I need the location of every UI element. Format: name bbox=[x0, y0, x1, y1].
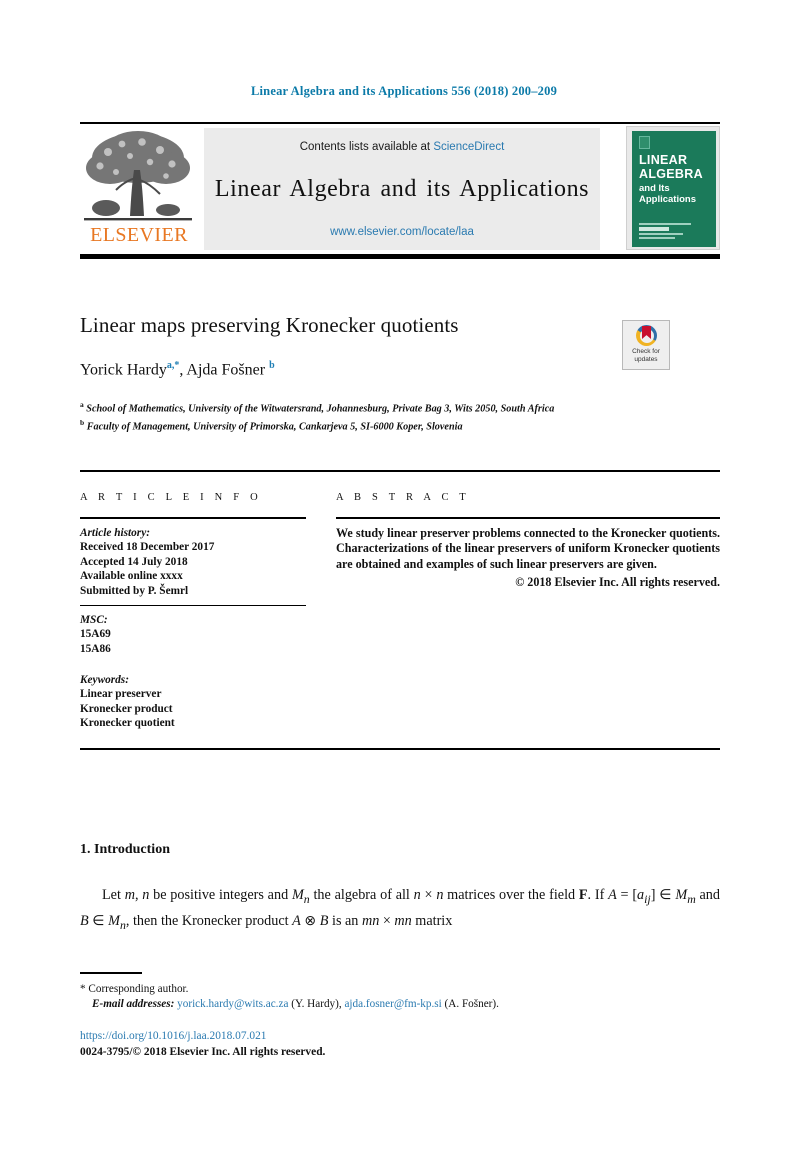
sciencedirect-link[interactable]: ScienceDirect bbox=[433, 141, 504, 153]
cover-line-2: ALGEBRA bbox=[639, 167, 703, 181]
msc-code: 15A69 bbox=[80, 628, 111, 641]
affiliation-b: b Faculty of Management, University of P… bbox=[80, 417, 463, 433]
abstract-heading: A B S T R A C T bbox=[336, 492, 470, 503]
journal-cover-thumbnail[interactable]: LINEAR ALGEBRA and Its Applications bbox=[626, 126, 720, 250]
article-history-label: Article history: bbox=[80, 526, 150, 539]
msc-code: 15A86 bbox=[80, 643, 111, 656]
elsevier-wordmark: ELSEVIER bbox=[90, 224, 188, 246]
article-info-heading: A R T I C L E I N F O bbox=[80, 492, 262, 503]
cover-emblem-icon bbox=[639, 136, 650, 149]
cover-footer-marks bbox=[639, 223, 699, 241]
affiliation-a: a School of Mathematics, University of t… bbox=[80, 400, 555, 415]
email-owner-hardy: (Y. Hardy), bbox=[291, 998, 342, 1010]
email-addresses-label: E-mail addresses: bbox=[92, 998, 175, 1010]
msc-block: MSC: 15A69 15A86 bbox=[80, 613, 306, 657]
author-list: Yorick Hardya,*, Ajda Fošner b bbox=[80, 360, 275, 379]
keyword-item: Kronecker product bbox=[80, 702, 173, 715]
email-link-hardy[interactable]: yorick.hardy@wits.ac.za bbox=[177, 998, 288, 1010]
article-submitted-by: Submitted by P. Šemrl bbox=[80, 584, 189, 597]
journal-homepage-link[interactable]: www.elsevier.com/locate/laa bbox=[204, 226, 600, 238]
article-accepted: Accepted 14 July 2018 bbox=[80, 555, 188, 568]
article-available-online: Available online xxxx bbox=[80, 570, 183, 583]
email-owner-fosner: (A. Fošner). bbox=[444, 998, 499, 1010]
keywords-label: Keywords: bbox=[80, 673, 129, 686]
doi-link[interactable]: https://doi.org/10.1016/j.laa.2018.07.02… bbox=[80, 1030, 266, 1042]
masthead-bottom-rule bbox=[80, 254, 720, 259]
abstract-text: We study linear preserver problems conne… bbox=[336, 525, 720, 571]
journal-title: Linear Algebra and its Applications bbox=[214, 176, 590, 202]
paper-page: Linear Algebra and its Applications 556 … bbox=[0, 0, 808, 1162]
issn-copyright-line: 0024-3795/© 2018 Elsevier Inc. All right… bbox=[80, 1046, 326, 1058]
cover-line-1: LINEAR bbox=[639, 153, 688, 167]
info-top-rule bbox=[80, 470, 720, 473]
info-bottom-rule bbox=[80, 748, 720, 751]
email-addresses-line: E-mail addresses: yorick.hardy@wits.ac.z… bbox=[80, 997, 720, 1012]
article-info-heading-rule bbox=[80, 517, 306, 519]
journal-cover-art: LINEAR ALGEBRA and Its Applications bbox=[632, 131, 716, 247]
cover-line-3: and Its bbox=[639, 183, 670, 194]
journal-masthead: ELSEVIER Contents lists available at Sci… bbox=[80, 122, 720, 254]
footnote-block: * Corresponding author. E-mail addresses… bbox=[80, 982, 720, 1012]
article-received: Received 18 December 2017 bbox=[80, 541, 215, 554]
contents-prefix: Contents lists available at bbox=[299, 141, 434, 153]
affiliation-b-text: Faculty of Management, University of Pri… bbox=[86, 421, 463, 433]
running-head: Linear Algebra and its Applications 556 … bbox=[250, 84, 558, 98]
contents-box: Contents lists available at ScienceDirec… bbox=[204, 128, 600, 250]
elsevier-tree-icon bbox=[84, 131, 192, 221]
article-history: Article history: Received 18 December 20… bbox=[80, 526, 306, 599]
masthead-top-rule bbox=[80, 122, 720, 124]
cover-line-4: Applications bbox=[639, 194, 697, 205]
footnote-rule bbox=[80, 972, 142, 974]
introduction-paragraph: Let m, n be positive integers and Mn the… bbox=[80, 887, 720, 932]
keywords-block: Keywords: Linear preserver Kronecker pro… bbox=[80, 673, 306, 731]
keyword-item: Kronecker quotient bbox=[80, 717, 175, 730]
affiliations: a School of Mathematics, University of t… bbox=[80, 398, 600, 434]
article-info-column: A R T I C L E I N F O Article history: R… bbox=[80, 492, 306, 731]
abstract-column: A B S T R A C T We study linear preserve… bbox=[336, 492, 720, 590]
article-history-rule bbox=[80, 604, 306, 606]
email-link-fosner[interactable]: ajda.fosner@fm-kp.si bbox=[344, 998, 441, 1010]
msc-label: MSC: bbox=[80, 613, 108, 626]
page-title: Linear maps preserving Kronecker quotien… bbox=[80, 313, 459, 337]
abstract-heading-rule bbox=[336, 517, 720, 519]
abstract-copyright: © 2018 Elsevier Inc. All rights reserved… bbox=[515, 575, 720, 590]
corresponding-author-note: * Corresponding author. bbox=[80, 983, 189, 995]
elsevier-logo: ELSEVIER bbox=[80, 128, 198, 250]
section-heading-introduction: 1. Introduction bbox=[80, 842, 170, 857]
affiliation-a-text: School of Mathematics, University of the… bbox=[86, 403, 555, 415]
keyword-item: Linear preserver bbox=[80, 688, 162, 701]
contents-available-line: Contents lists available at ScienceDirec… bbox=[204, 141, 600, 153]
